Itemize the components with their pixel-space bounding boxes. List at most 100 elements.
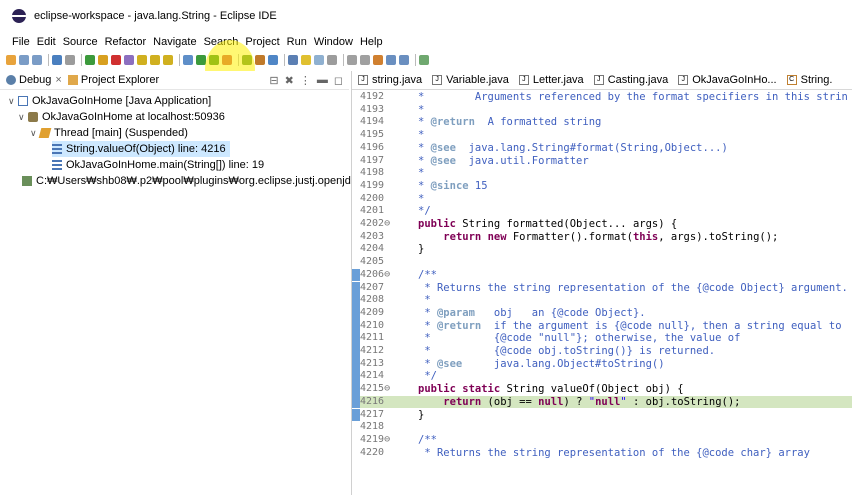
view-menu-icon[interactable]: ⋮ <box>300 74 311 87</box>
tree-item-launch[interactable]: ∨ OkJavaGoInHome [Java Application] <box>8 93 211 109</box>
editor-tab[interactable]: J Casting.java <box>593 74 668 86</box>
save-all-icon[interactable] <box>32 55 42 65</box>
external-tools-icon[interactable] <box>222 55 232 65</box>
back-icon[interactable] <box>386 55 396 65</box>
step-into-icon[interactable] <box>137 55 147 65</box>
editor-gutter[interactable] <box>352 268 360 282</box>
editor-gutter[interactable] <box>352 243 360 256</box>
step-return-icon[interactable] <box>163 55 173 65</box>
code-line[interactable]: 4199 * @since 15 <box>352 180 852 193</box>
editor-gutter[interactable] <box>352 395 360 409</box>
code-line[interactable]: 4209 * @param obj an {@code Object}. <box>352 306 852 320</box>
new-class-icon[interactable] <box>268 55 278 65</box>
editor-gutter[interactable] <box>352 142 360 155</box>
tab-project-explorer[interactable]: Project Explorer <box>67 74 159 86</box>
tree-item-vm[interactable]: ∨ OkJavaGoInHome at localhost:50936 <box>18 109 225 125</box>
editor-tab[interactable]: J OkJavaGoInHo... <box>678 74 777 86</box>
code-line[interactable]: 4197 * @see java.util.Formatter <box>352 155 852 168</box>
code-line[interactable]: 4193 * <box>352 104 852 117</box>
disconnect-icon[interactable] <box>124 55 134 65</box>
last-edit-location-icon[interactable] <box>373 55 383 65</box>
forward-icon[interactable] <box>399 55 409 65</box>
suspend-icon[interactable] <box>98 55 108 65</box>
code-line[interactable]: 4198 * <box>352 167 852 180</box>
code-line[interactable]: 4212 * {@code obj.toString()} is returne… <box>352 345 852 358</box>
maximize-icon[interactable]: ◻ <box>334 74 343 87</box>
editor-tab[interactable]: J Letter.java <box>518 74 584 86</box>
menu-search[interactable]: Search <box>204 36 239 48</box>
terminate-icon[interactable] <box>111 55 121 65</box>
editor-tab[interactable]: J Variable.java <box>432 74 509 86</box>
menu-edit[interactable]: Edit <box>37 36 56 48</box>
editor-gutter[interactable] <box>352 281 360 295</box>
editor-gutter[interactable] <box>352 155 360 168</box>
editor-gutter[interactable] <box>352 294 360 307</box>
editor-gutter[interactable] <box>352 345 360 358</box>
next-annotation-icon[interactable] <box>347 55 357 65</box>
editor-gutter[interactable] <box>352 408 360 422</box>
editor-gutter[interactable] <box>352 421 360 434</box>
chevron-down-icon[interactable]: ∨ <box>18 112 28 123</box>
menu-run[interactable]: Run <box>287 36 307 48</box>
resume-icon[interactable] <box>85 55 95 65</box>
code-line[interactable]: 4200 * <box>352 193 852 206</box>
code-line[interactable]: 4220 * Returns the string representation… <box>352 447 852 460</box>
tab-debug[interactable]: Debug × <box>6 74 62 86</box>
terminal-icon[interactable] <box>52 55 62 65</box>
menu-help[interactable]: Help <box>360 36 383 48</box>
collapse-all-icon[interactable]: ⊟ <box>269 74 278 87</box>
open-perspective-icon[interactable] <box>419 55 429 65</box>
tab-close-icon[interactable]: × <box>55 74 61 86</box>
editor-gutter[interactable] <box>352 447 360 460</box>
tree-item-thread[interactable]: ∨ Thread [main] (Suspended) <box>30 125 188 141</box>
chevron-down-icon[interactable]: ∨ <box>8 96 18 107</box>
editor-gutter[interactable] <box>352 434 360 447</box>
code-line[interactable]: 4203 return new Formatter().format(this,… <box>352 231 852 244</box>
toggle-mark-occurrences-icon[interactable] <box>314 55 324 65</box>
code-line[interactable]: 4206⊖ /** <box>352 268 852 282</box>
editor-gutter[interactable] <box>352 180 360 193</box>
editor-gutter[interactable] <box>352 383 360 396</box>
editor-gutter[interactable] <box>352 370 360 384</box>
step-over-icon[interactable] <box>150 55 160 65</box>
previous-annotation-icon[interactable] <box>360 55 370 65</box>
debug-icon[interactable] <box>196 55 206 65</box>
editor-gutter[interactable] <box>352 357 360 371</box>
code-line[interactable]: 4195 * <box>352 129 852 142</box>
code-line[interactable]: 4194 * @return A formatted string <box>352 116 852 129</box>
editor-gutter[interactable] <box>352 91 360 104</box>
code-line[interactable]: 4196 * @see java.lang.String#format(Strin… <box>352 142 852 155</box>
minimize-icon[interactable]: ▬ <box>317 74 328 86</box>
code-line[interactable]: 4202⊖ public String formatted(Object... a… <box>352 218 852 231</box>
editor-gutter[interactable] <box>352 306 360 320</box>
tree-item-frame-valueof[interactable]: String.valueOf(Object) line: 4216 <box>52 141 230 157</box>
tree-item-frame-main[interactable]: OkJavaGoInHome.main(String[]) line: 19 <box>52 157 264 173</box>
code-line[interactable]: 4207 * Returns the string representation… <box>352 281 852 295</box>
editor-gutter[interactable] <box>352 205 360 218</box>
editor-gutter[interactable] <box>352 231 360 244</box>
code-line[interactable]: 4192 * Arguments referenced by the format… <box>352 91 852 104</box>
editor-gutter[interactable] <box>352 332 360 345</box>
code-line[interactable]: 4215⊖ public static String valueOf(Object… <box>352 383 852 396</box>
current-debug-line[interactable]: 4216 return (obj == null) ? "null" : obj… <box>352 395 852 409</box>
code-line[interactable]: 4214 */ <box>352 370 852 384</box>
code-line[interactable]: 4208 * <box>352 294 852 307</box>
code-line[interactable]: 4213 * @see java.lang.Object#toString() <box>352 357 852 371</box>
menu-window[interactable]: Window <box>314 36 353 48</box>
remove-launches-icon[interactable]: ✖ <box>285 74 294 87</box>
editor-gutter[interactable] <box>352 116 360 129</box>
editor-gutter[interactable] <box>352 167 360 180</box>
run-icon[interactable] <box>209 55 219 65</box>
editor-gutter[interactable] <box>352 218 360 231</box>
use-step-filters-icon[interactable] <box>183 55 193 65</box>
code-line[interactable]: 4201 */ <box>352 205 852 218</box>
new-icon[interactable] <box>6 55 16 65</box>
code-line[interactable]: 4219⊖ /** <box>352 434 852 447</box>
new-java-project-icon[interactable] <box>242 55 252 65</box>
search-icon[interactable] <box>301 55 311 65</box>
editor-gutter[interactable] <box>352 193 360 206</box>
menu-source[interactable]: Source <box>63 36 98 48</box>
menu-navigate[interactable]: Navigate <box>153 36 196 48</box>
code-line[interactable]: 4218 <box>352 421 852 434</box>
code-line[interactable]: 4210 * @return if the argument is {@code… <box>352 319 852 333</box>
